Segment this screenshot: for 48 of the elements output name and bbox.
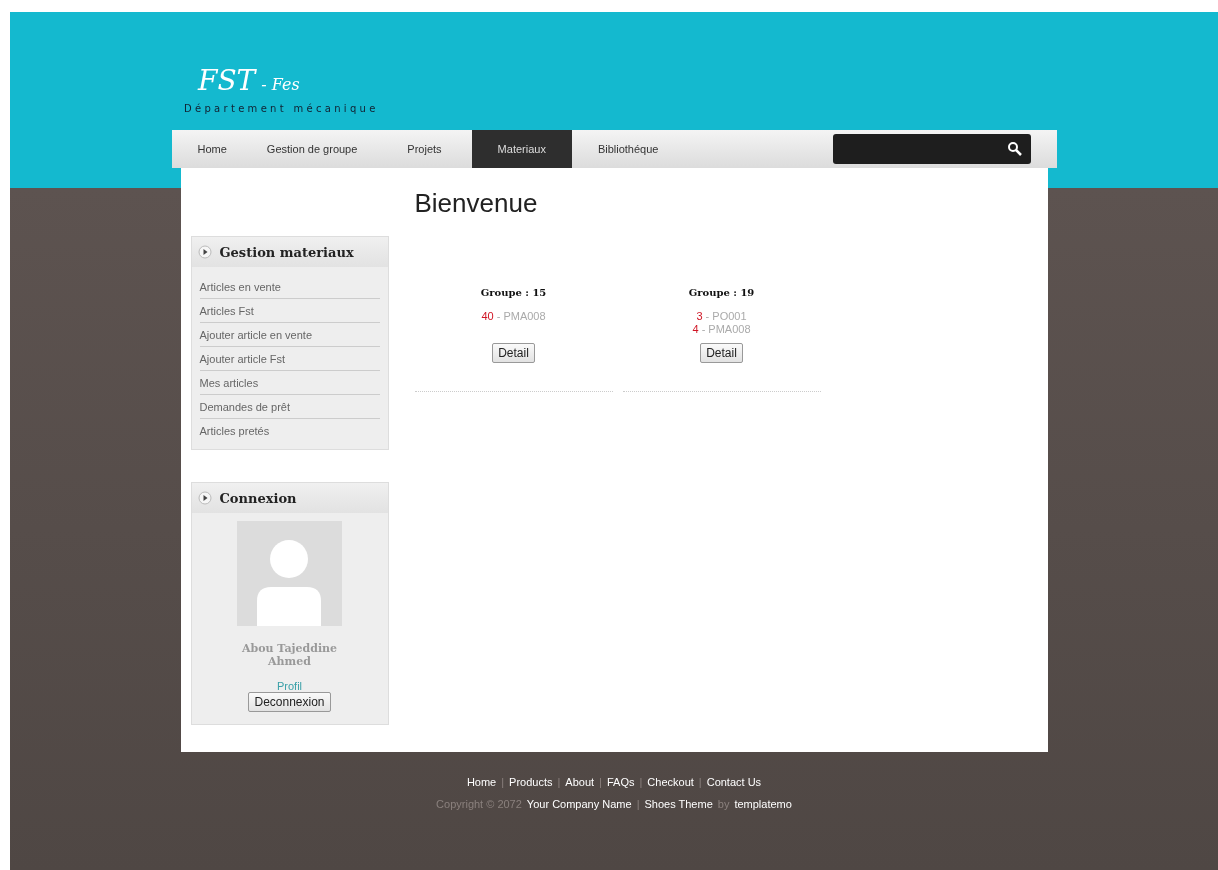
footer-link[interactable]: templatemo xyxy=(734,798,792,810)
nav-tab[interactable]: Home xyxy=(177,130,247,168)
nav-tab[interactable]: Bibliothéque xyxy=(571,130,685,168)
separator: | xyxy=(557,776,561,788)
sidebar-link[interactable]: Articles en vente xyxy=(199,275,380,299)
page-title: Bienvenue xyxy=(414,188,538,219)
footer-link[interactable]: Home xyxy=(466,776,497,788)
sidebar-link[interactable]: Mes articles xyxy=(199,371,380,395)
separator: | xyxy=(698,776,702,788)
article-line: 3 - PO001 xyxy=(696,310,747,323)
group-title: Groupe : 15 xyxy=(480,287,547,298)
footer-link[interactable]: Checkout xyxy=(647,776,694,788)
play-icon xyxy=(197,245,212,259)
footer-link[interactable]: Your Company Name xyxy=(526,798,632,810)
play-icon xyxy=(197,491,212,505)
sidebar-link[interactable]: Articles pretés xyxy=(199,419,380,443)
footer-link[interactable]: Contact Us xyxy=(706,776,762,788)
detail-button[interactable]: Detail xyxy=(492,343,535,363)
sidebar-link[interactable]: Ajouter article en vente xyxy=(199,323,380,347)
separator: | xyxy=(599,776,602,788)
credit-text: Copyright © 2072 xyxy=(436,798,522,810)
nav-tab[interactable]: Projets xyxy=(377,130,472,168)
footer-link[interactable]: Shoes Theme xyxy=(644,798,713,810)
nav-tab[interactable]: Gestion de groupe xyxy=(246,130,378,168)
search-field[interactable] xyxy=(832,134,1031,164)
sidebar-link[interactable]: Articles Fst xyxy=(199,299,380,323)
sidebar-link[interactable]: Ajouter article Fst xyxy=(199,347,380,371)
separator: | xyxy=(501,776,505,788)
article-line: 4 - PMA008 xyxy=(692,323,751,336)
detail-button[interactable]: Detail xyxy=(700,343,743,363)
sidebar-link[interactable]: Demandes de prêt xyxy=(199,395,380,419)
logout-button[interactable]: Deconnexion xyxy=(248,692,331,712)
separator: | xyxy=(639,776,643,788)
avatar-icon xyxy=(237,521,342,626)
article-line: 40 - PMA008 xyxy=(481,310,546,323)
panel-title: Connexion xyxy=(219,490,297,506)
user-name: Abou Tajeddine Ahmed xyxy=(240,642,339,668)
logo-suffix: - Fes xyxy=(261,75,300,94)
site-subtitle: Département mécanique xyxy=(184,103,379,114)
panel-title: Gestion materiaux xyxy=(219,244,354,260)
footer-link[interactable]: FAQs xyxy=(606,776,635,788)
group-title: Groupe : 19 xyxy=(688,287,755,298)
footer-link[interactable]: About xyxy=(565,776,595,788)
separator: | xyxy=(636,798,640,810)
nav-tab[interactable]: Materiaux xyxy=(471,130,572,168)
search-icon xyxy=(1006,141,1023,157)
footer-link[interactable]: Products xyxy=(509,776,553,788)
logo: FST xyxy=(198,64,256,97)
